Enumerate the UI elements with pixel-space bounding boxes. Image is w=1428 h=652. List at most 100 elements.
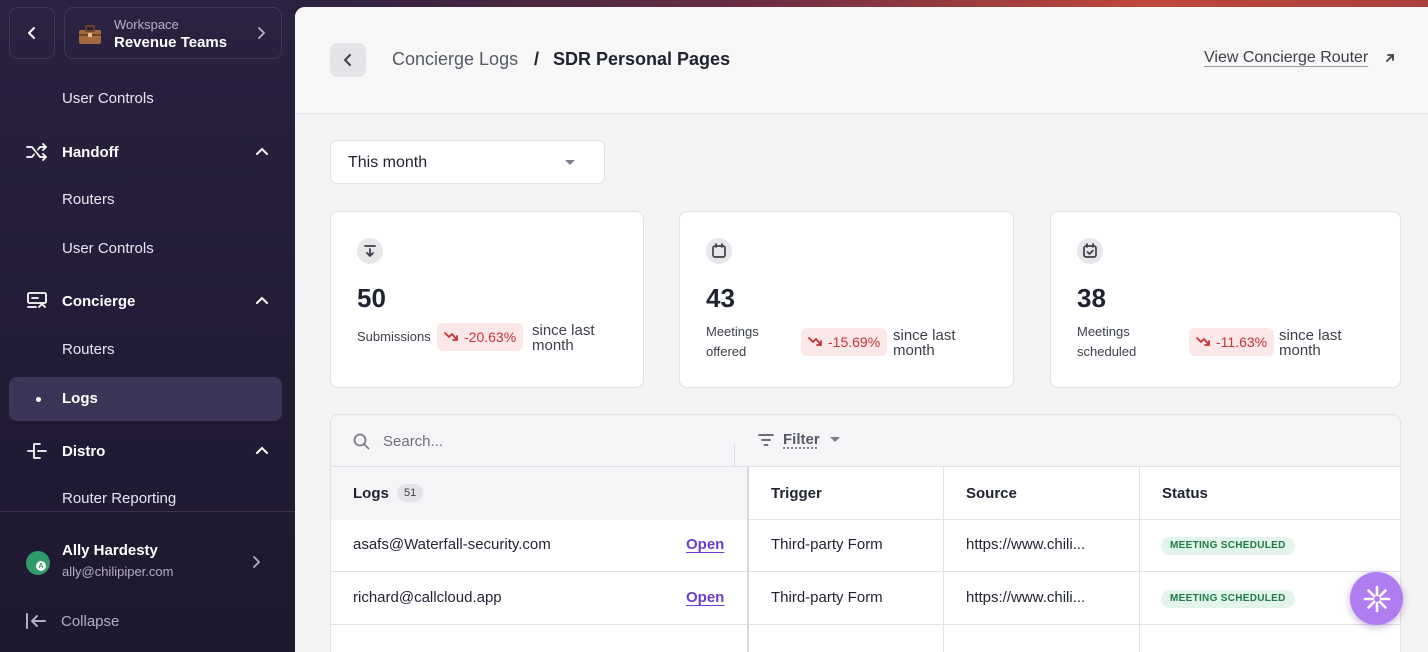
column-divider (943, 467, 944, 652)
stat-value: 38 (1077, 283, 1106, 313)
breadcrumb-separator: / (534, 49, 540, 69)
page-header: Concierge Logs / SDR Personal Pages View… (295, 7, 1428, 114)
sidebar-item-handoff-routers[interactable]: Routers (62, 191, 115, 208)
collapse-icon (26, 613, 46, 629)
search-icon (353, 433, 370, 450)
sidebar-section-label: Concierge (62, 292, 136, 310)
sidebar-item-concierge-routers[interactable]: Routers (62, 341, 115, 358)
since-label: since last month (893, 327, 956, 359)
stat-card-meetings-scheduled: 38 Meetings scheduled -11.63% since last… (1050, 211, 1401, 388)
stat-card-submissions: 50 Submissions -20.63% since last month (330, 211, 644, 388)
table-toolbar: Filter (331, 415, 1400, 467)
search-input[interactable] (383, 429, 713, 453)
caret-down-icon (565, 160, 575, 165)
sidebar-section-handoff[interactable]: Handoff (25, 140, 270, 164)
filter-icon (758, 433, 774, 446)
view-concierge-router-link[interactable]: View Concierge Router (1204, 49, 1368, 67)
sidebar-item-user-controls[interactable]: User Controls (62, 90, 154, 107)
assistant-fab-button[interactable] (1350, 572, 1403, 625)
sidebar-back-button[interactable] (9, 7, 55, 59)
sidebar-section-distro[interactable]: Distro (25, 439, 270, 463)
period-select-value: This month (348, 154, 428, 171)
since-label: since last month (1279, 327, 1342, 359)
row-trigger: Third-party Form (771, 536, 883, 553)
sidebar-item-label: Logs (62, 390, 98, 407)
stat-label: Submissions (357, 329, 431, 344)
delta-value: -15.69% (828, 334, 881, 350)
table-row[interactable]: richard@callcloud.app Open Third-party F… (331, 573, 1400, 625)
distro-icon (25, 439, 49, 463)
chevron-right-icon (258, 27, 266, 39)
row-source: https://www.chili... (966, 589, 1086, 606)
logs-count-badge: 51 (397, 484, 424, 502)
delta-badge: -20.63% (437, 323, 524, 351)
sidebar: Workspace Revenue Teams User Controls Ha… (0, 0, 295, 652)
sidebar-section-concierge[interactable]: Concierge (25, 289, 270, 313)
user-email: ally@chilipiper.com (62, 564, 174, 579)
collapse-button[interactable]: Collapse (25, 611, 119, 631)
trend-down-icon (444, 332, 458, 341)
sidebar-item-router-reporting[interactable]: Router Reporting (62, 490, 176, 507)
row-email: asafs@Waterfall-security.com (353, 536, 551, 553)
main-panel: Concierge Logs / SDR Personal Pages View… (295, 7, 1428, 652)
calendar-icon (706, 238, 732, 264)
column-divider (1139, 467, 1140, 652)
stat-value: 43 (706, 283, 735, 313)
open-link[interactable]: Open (686, 536, 724, 553)
avatar[interactable]: A (26, 551, 50, 575)
page-title: SDR Personal Pages (553, 49, 731, 69)
chevron-right-icon[interactable] (250, 555, 262, 569)
status-badge: A (36, 561, 46, 571)
chevron-up-icon (256, 147, 268, 155)
calendar-check-icon (1077, 238, 1103, 264)
active-dot (36, 397, 41, 402)
status-badge: MEETING SCHEDULED (1161, 537, 1295, 555)
workspace-label: Workspace (114, 17, 179, 32)
sidebar-section-label: Handoff (62, 143, 119, 161)
column-header-logs[interactable]: Logs (353, 485, 389, 502)
open-link[interactable]: Open (686, 589, 724, 606)
caret-down-icon (829, 437, 840, 442)
sidebar-item-handoff-user-controls[interactable]: User Controls (62, 240, 154, 257)
chevron-left-icon (344, 54, 351, 66)
chevron-up-icon (256, 446, 268, 454)
period-select[interactable]: This month (330, 140, 605, 184)
sticky-column-divider (747, 467, 749, 652)
workspace-switcher[interactable]: Workspace Revenue Teams (64, 7, 282, 59)
sidebar-divider (0, 511, 295, 512)
breadcrumb-parent[interactable]: Concierge Logs (392, 49, 518, 70)
delta-badge: -15.69% (801, 328, 888, 356)
chevron-left-icon (28, 27, 35, 39)
table-header-logs-cell (331, 467, 748, 520)
workspace-name: Revenue Teams (114, 34, 228, 51)
concierge-icon (25, 289, 49, 313)
filter-button[interactable]: Filter (758, 431, 840, 448)
column-header-trigger[interactable]: Trigger (771, 485, 822, 502)
chevron-up-icon (256, 296, 268, 304)
stat-card-meetings-offered: 43 Meetings offered -15.69% since last m… (679, 211, 1014, 388)
briefcase-icon (79, 25, 101, 44)
stat-label: Meetings offered (706, 324, 759, 359)
sparkle-icon (1363, 585, 1390, 612)
table-row[interactable]: asafs@Waterfall-security.com Open Third-… (331, 520, 1400, 572)
back-button[interactable] (330, 43, 366, 77)
delta-badge: -11.63% (1189, 328, 1275, 356)
column-header-source[interactable]: Source (966, 485, 1017, 502)
external-arrow-icon[interactable] (1384, 52, 1396, 64)
download-icon (357, 238, 383, 264)
since-label: since last month (532, 322, 595, 354)
sidebar-item-logs[interactable]: Logs (9, 377, 282, 421)
trend-down-icon (808, 337, 822, 346)
user-name[interactable]: Ally Hardesty (62, 542, 158, 559)
row-source: https://www.chili... (966, 536, 1086, 553)
filter-label: Filter (783, 431, 820, 448)
row-email: richard@callcloud.app (353, 589, 502, 606)
stat-label: Meetings scheduled (1077, 324, 1137, 359)
row-trigger: Third-party Form (771, 589, 883, 606)
sidebar-section-label: Distro (62, 442, 106, 460)
table-header-row: Logs 51 Trigger Source Status (331, 467, 1400, 520)
toolbar-divider (734, 443, 735, 467)
trend-down-icon (1196, 337, 1210, 346)
column-header-status[interactable]: Status (1162, 485, 1208, 502)
delta-value: -20.63% (464, 329, 517, 345)
